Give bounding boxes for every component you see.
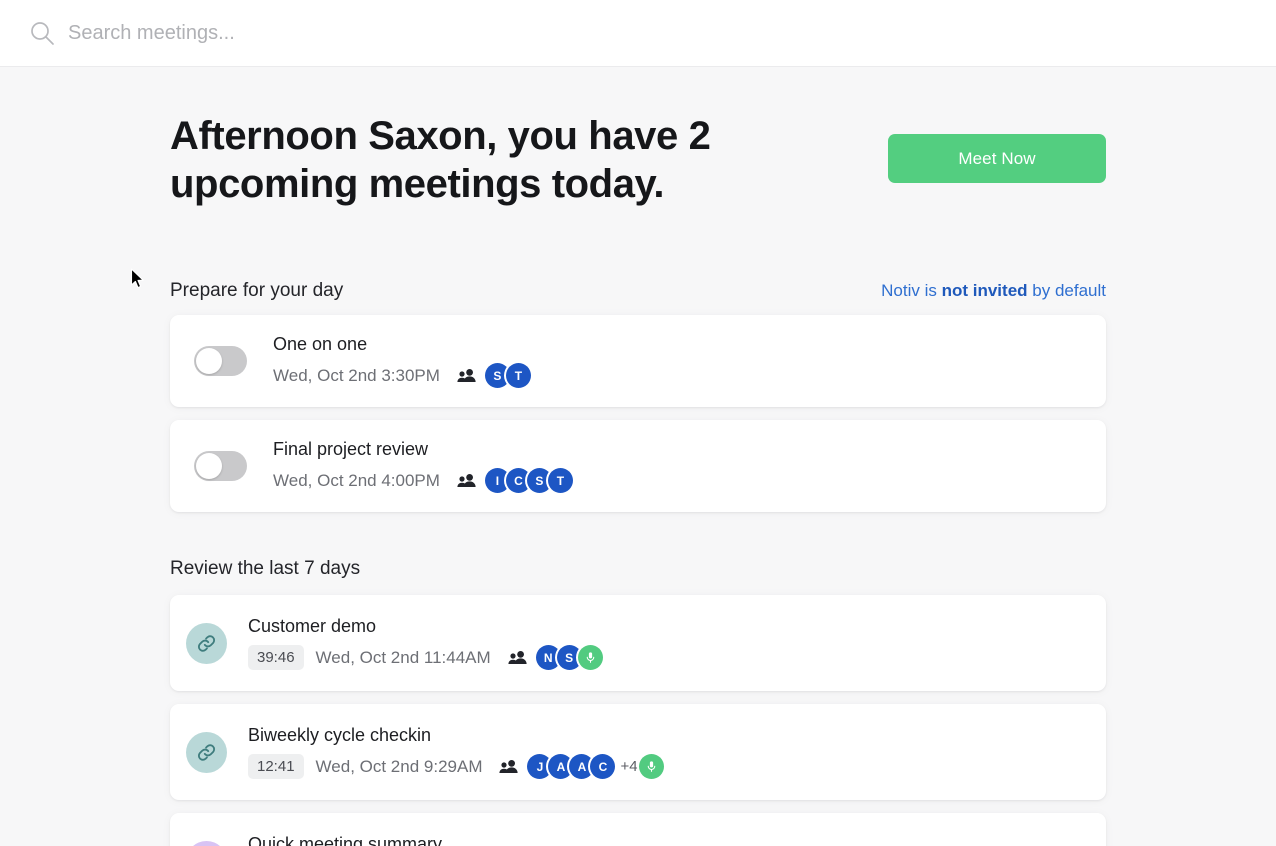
- people-icon: [457, 473, 476, 488]
- meeting-title: Biweekly cycle checkin: [248, 725, 432, 745]
- section-header-upcoming: Prepare for your day Notiv is not invite…: [170, 280, 1106, 302]
- past-meeting-card[interactable]: Quick meeting summary: [170, 813, 1106, 846]
- duration-badge: 39:46: [248, 645, 304, 670]
- toggle-knob: [196, 453, 222, 479]
- section-title-upcoming: Prepare for your day: [170, 280, 344, 301]
- past-meeting-card[interactable]: Biweekly cycle checkin 12:41 Wed, Oct 2n…: [170, 704, 1106, 800]
- meeting-time: Wed, Oct 2nd 3:30PM: [273, 365, 440, 385]
- past-meeting-card[interactable]: Customer demo 39:46 Wed, Oct 2nd 11:44AM…: [170, 595, 1106, 691]
- card-body: Biweekly cycle checkin 12:41 Wed, Oct 2n…: [248, 725, 1082, 779]
- card-body: One on one Wed, Oct 2nd 3:30PM S T: [273, 334, 1082, 388]
- people-icon: [457, 368, 476, 383]
- duration-badge: 12:41: [248, 754, 304, 779]
- meeting-title: Quick meeting summary: [248, 834, 443, 846]
- meeting-meta: Wed, Oct 2nd 3:30PM S T: [273, 363, 1082, 388]
- toggle-knob: [196, 348, 222, 374]
- notiv-invite-toggle[interactable]: [194, 346, 247, 376]
- card-body: Customer demo 39:46 Wed, Oct 2nd 11:44AM…: [248, 616, 1082, 670]
- main-content: Afternoon Saxon, you have 2 upcoming mee…: [170, 67, 1106, 846]
- avatar-overflow-count: +4: [620, 758, 638, 775]
- upcoming-meeting-card[interactable]: Final project review Wed, Oct 2nd 4:00PM…: [170, 420, 1106, 512]
- card-body: Final project review Wed, Oct 2nd 4:00PM…: [273, 439, 1082, 493]
- link-icon: [186, 731, 227, 773]
- notice-strong: not invited: [941, 281, 1028, 300]
- avatar: T: [505, 363, 531, 388]
- avatar-stack[interactable]: N S: [535, 645, 603, 670]
- meeting-meta: Wed, Oct 2nd 4:00PM I C S T: [273, 468, 1082, 493]
- notice-prefix: Notiv is: [881, 281, 942, 300]
- notiv-invite-toggle[interactable]: [194, 451, 247, 481]
- meeting-title: Final project review: [273, 439, 429, 459]
- avatar-stack[interactable]: J A A C +4: [527, 754, 664, 779]
- notice-suffix: by default: [1027, 281, 1106, 300]
- upcoming-meeting-card[interactable]: One on one Wed, Oct 2nd 3:30PM S T: [170, 315, 1106, 407]
- avatar: C: [590, 754, 616, 779]
- section-header-past: Review the last 7 days: [170, 558, 1106, 580]
- avatar-stack[interactable]: I C S T: [484, 468, 573, 493]
- meeting-title: Customer demo: [248, 616, 377, 636]
- search-bar[interactable]: [0, 0, 1276, 67]
- avatar: T: [547, 468, 573, 493]
- section-title-past: Review the last 7 days: [170, 558, 361, 579]
- meeting-title: One on one: [273, 334, 368, 354]
- meet-now-button[interactable]: Meet Now: [888, 134, 1106, 183]
- meeting-meta: 12:41 Wed, Oct 2nd 9:29AM J A A C +4: [248, 754, 1082, 779]
- page-title: Afternoon Saxon, you have 2 upcoming mee…: [170, 114, 711, 206]
- avatar-stack[interactable]: S T: [484, 363, 531, 388]
- notiv-invite-notice[interactable]: Notiv is not invited by default: [881, 281, 1106, 301]
- search-icon: [28, 19, 56, 47]
- card-body: Quick meeting summary: [248, 834, 1082, 846]
- people-icon: [508, 650, 527, 665]
- search-input[interactable]: [68, 13, 1248, 53]
- notiv-bot-avatar: [577, 645, 603, 670]
- meeting-time: Wed, Oct 2nd 4:00PM: [273, 470, 440, 490]
- page-scroll-area[interactable]: Afternoon Saxon, you have 2 upcoming mee…: [0, 67, 1276, 846]
- notiv-bot-avatar: [638, 754, 664, 779]
- meeting-meta: 39:46 Wed, Oct 2nd 11:44AM N S: [248, 645, 1082, 670]
- link-icon: [186, 622, 227, 664]
- hero: Afternoon Saxon, you have 2 upcoming mee…: [170, 67, 1106, 228]
- meeting-time: Wed, Oct 2nd 11:44AM: [315, 647, 491, 667]
- meeting-time: Wed, Oct 2nd 9:29AM: [315, 756, 483, 776]
- phone-icon: [186, 840, 227, 846]
- people-icon: [499, 759, 519, 774]
